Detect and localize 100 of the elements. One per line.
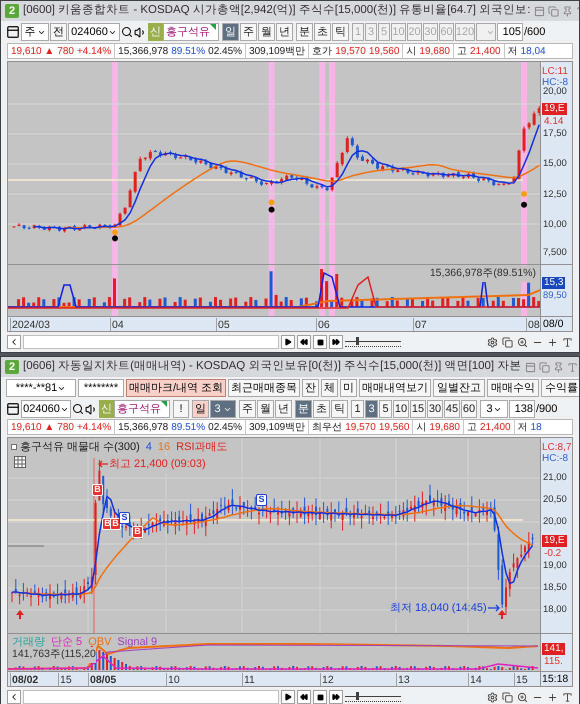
period-button[interactable]: 5 (379, 400, 392, 418)
change-label: -0.2 (544, 548, 562, 559)
period-button[interactable]: 45 (444, 400, 460, 418)
rewind-button[interactable] (297, 690, 311, 704)
period-button[interactable]: 60 (461, 400, 477, 418)
action-button[interactable]: 최근매매종목 (228, 379, 300, 397)
bar-total: /600 (524, 24, 546, 40)
quote-value: 02.45% (208, 420, 242, 434)
action-button[interactable]: 체 (321, 379, 338, 397)
alert-button[interactable]: ! (173, 400, 189, 418)
scroll-left-button[interactable] (7, 690, 21, 704)
fast-forward-button[interactable] (329, 335, 343, 349)
quote-value: 19,610 ▲ (11, 44, 54, 58)
slider-thumb[interactable] (356, 692, 360, 700)
scroll-track[interactable] (23, 335, 279, 349)
rewind-icon (300, 693, 308, 701)
quote-value: 19,570 (335, 44, 366, 58)
play-button[interactable] (281, 690, 295, 704)
slider-thumb[interactable] (356, 337, 360, 345)
action-button[interactable]: 매매내역보기 (359, 379, 432, 397)
day-button[interactable]: 일 (192, 400, 209, 418)
play-button[interactable] (281, 335, 295, 349)
arrow-right-icon (488, 604, 500, 612)
action-button[interactable]: 매매마크/내역 조회 (126, 379, 226, 397)
action-button[interactable]: 미 (340, 379, 358, 397)
window-icon[interactable] (6, 25, 20, 39)
scroll-left-button[interactable] (7, 335, 21, 349)
quote-value: 21,400 (480, 420, 511, 434)
date-label: 14 (468, 673, 482, 686)
period-button[interactable]: 10 (393, 400, 409, 418)
date-label: 11 (242, 673, 255, 686)
period-button[interactable]: 15 (410, 400, 426, 418)
trade-marker: S (119, 512, 130, 524)
password-field[interactable]: ******** (78, 379, 124, 397)
zoom-in-icon[interactable] (547, 336, 558, 348)
quote-value: 15,366,978 (118, 44, 168, 58)
day-count-dropdown[interactable]: 3 (210, 400, 236, 418)
period-button[interactable]: 월 (257, 400, 274, 418)
interval-dropdown[interactable]: 3 (480, 400, 508, 418)
search-icon[interactable] (121, 26, 133, 38)
action-button[interactable]: 수익률 (541, 379, 579, 397)
period-button[interactable]: 주 (239, 400, 256, 418)
search-icon[interactable] (72, 403, 84, 415)
speaker-icon[interactable] (134, 26, 147, 38)
prefix-button[interactable]: 전 (50, 23, 67, 41)
copy-icon[interactable] (502, 336, 513, 348)
market-dropdown[interactable]: 주 (21, 23, 49, 41)
settings-icon[interactable] (487, 692, 498, 702)
window-icon[interactable] (6, 402, 20, 416)
stock-code-field[interactable]: 024060 (21, 400, 71, 418)
zoom-icon[interactable] (517, 336, 528, 348)
trade-marker: B (92, 484, 103, 496)
layout-icon[interactable] (525, 362, 536, 372)
period-button[interactable]: 분 (296, 23, 313, 41)
pin-icon[interactable] (562, 6, 574, 16)
action-button[interactable]: 일별잔고 (433, 379, 486, 397)
stop-button[interactable] (313, 690, 327, 704)
bar-count-field[interactable]: 138 (509, 400, 535, 418)
period-button[interactable]: 일 (222, 23, 239, 41)
legend-label: 16 (158, 440, 170, 455)
speaker-icon[interactable] (85, 402, 98, 416)
zoom-in-icon[interactable] (547, 692, 558, 702)
credit-badge: 신 (99, 400, 114, 418)
period-button[interactable]: 월 (258, 23, 275, 41)
zoom-slider[interactable] (345, 691, 401, 703)
pin-icon[interactable] (553, 362, 564, 372)
period-button[interactable]: 30 (427, 400, 443, 418)
stock-code-field[interactable]: 024060 (68, 23, 120, 41)
period-button[interactable]: 초 (314, 23, 331, 41)
action-button[interactable]: 잔 (302, 379, 320, 397)
date-label: 12 (320, 673, 334, 686)
stop-button[interactable] (313, 335, 327, 349)
period-button[interactable]: 틱 (331, 400, 348, 418)
stock-name-field[interactable]: 흥구석유 (114, 400, 170, 418)
rewind-button[interactable] (297, 335, 311, 349)
date-label: 15 (58, 673, 72, 686)
quote-value: 19,610 ▲ (11, 420, 54, 434)
action-button[interactable]: 매매수익 (487, 379, 540, 397)
period-button[interactable]: 틱 (332, 23, 349, 41)
quote-value: 19,680 (429, 420, 460, 434)
period-button[interactable]: 년 (276, 23, 293, 41)
layout-icon[interactable] (534, 6, 546, 16)
zoom-slider[interactable] (345, 336, 401, 348)
period-button[interactable]: 초 (313, 400, 330, 418)
period-button[interactable]: 3 (365, 400, 378, 418)
period-button[interactable]: 분 (295, 400, 312, 418)
copy-icon[interactable] (502, 692, 513, 702)
fast-forward-button[interactable] (329, 690, 343, 704)
axis-tick-label: 19,00 (543, 560, 567, 571)
signal-dot (521, 202, 528, 208)
settings-icon[interactable] (487, 336, 498, 348)
period-button[interactable]: 년 (275, 400, 292, 418)
period-button[interactable]: 주 (240, 23, 257, 41)
period-button[interactable]: 1 (351, 400, 364, 418)
bar-count-field[interactable]: 105 (497, 23, 523, 41)
up-arrow-icon (16, 610, 24, 619)
zoom-icon[interactable] (517, 692, 528, 702)
account-field[interactable]: ****-**81 (6, 379, 76, 397)
stock-name-field[interactable]: 흥구석유 (163, 23, 219, 41)
scroll-track[interactable] (23, 690, 279, 704)
